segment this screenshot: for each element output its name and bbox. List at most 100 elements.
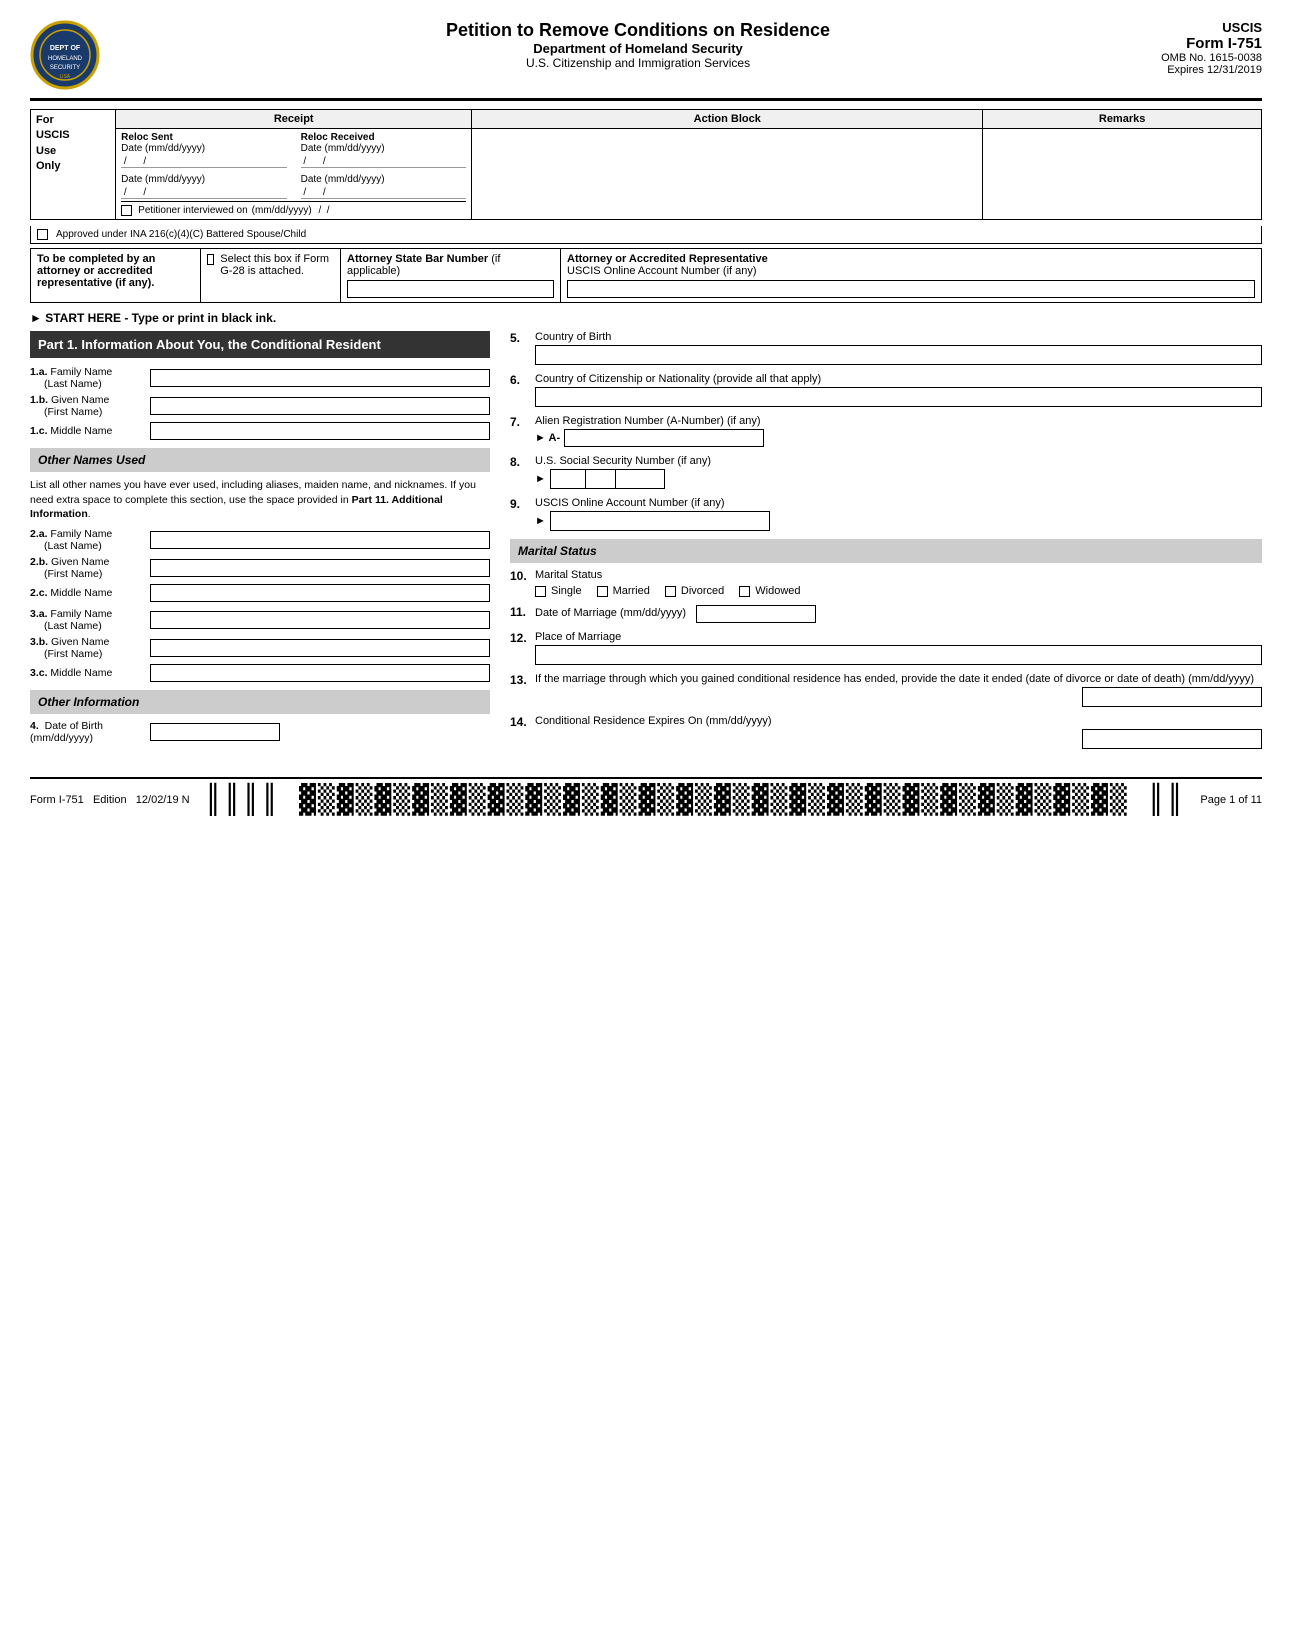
widowed-checkbox[interactable] — [739, 586, 750, 597]
petitioner-date-fmt: (mm/dd/yyyy) — [252, 205, 312, 216]
atty-bar-label: Attorney State Bar Number (if applicable… — [347, 253, 554, 277]
divorced-label: Divorced — [681, 585, 724, 597]
other-info-header: Other Information — [30, 690, 490, 714]
q5-input[interactable] — [535, 345, 1262, 365]
q12-content: Place of Marriage — [535, 631, 1262, 665]
remarks-cell — [983, 129, 1262, 220]
option-divorced[interactable]: Divorced — [665, 585, 724, 597]
petitioner-checkbox[interactable] — [121, 205, 132, 216]
label-3b: 3.b. Given Name(First Name) — [30, 636, 150, 660]
q6-input[interactable] — [535, 387, 1262, 407]
atty-rep-label-text: Attorney or Accredited Representative — [567, 253, 768, 265]
reloc-received-date-line1: / / — [301, 156, 467, 168]
approved-row: Approved under INA 216(c)(4)(C) Battered… — [30, 226, 1262, 244]
ssn-box-2[interactable] — [585, 469, 615, 489]
q7-label: Alien Registration Number (A-Number) (if… — [535, 415, 1262, 427]
input-given-name-3b[interactable] — [150, 639, 490, 657]
input-family-name-3a[interactable] — [150, 611, 490, 629]
input-dob[interactable] — [150, 723, 280, 741]
marital-status-header: Marital Status — [510, 539, 1262, 563]
svg-text:USA: USA — [60, 74, 71, 80]
atty-rep-input[interactable] — [567, 280, 1255, 298]
option-single[interactable]: Single — [535, 585, 582, 597]
reloc-sent-date-label2: Date (mm/dd/yyyy) — [121, 174, 287, 185]
label-1a: 1.a. Family Name(Last Name) — [30, 366, 150, 390]
form-number: Form I-751 — [1161, 35, 1262, 52]
ssn-box-3[interactable] — [615, 469, 665, 489]
uscis-online-row: ► — [535, 511, 1262, 531]
input-uscis-online[interactable] — [550, 511, 770, 531]
ssn-box-1[interactable] — [550, 469, 585, 489]
label-3a: 3.a. Family Name(Last Name) — [30, 608, 150, 632]
input-marriage-date[interactable] — [696, 605, 816, 623]
ssn-arrow-icon: ► — [535, 473, 546, 485]
q7-num: 7. — [510, 415, 535, 429]
field-row-2c: 2.c. Middle Name — [30, 584, 490, 602]
q12-num: 12. — [510, 631, 535, 645]
married-label: Married — [613, 585, 650, 597]
input-family-name-1a[interactable] — [150, 369, 490, 387]
q14-row: 14. Conditional Residence Expires On (mm… — [510, 715, 1262, 749]
q8-label: U.S. Social Security Number (if any) — [535, 455, 1262, 467]
label-2c: 2.c. Middle Name — [30, 587, 150, 599]
q10-content: Marital Status Single Married Divorced — [535, 569, 1262, 597]
field-row-2b: 2.b. Given Name(First Name) — [30, 556, 490, 580]
select-box-cell: Select this box if Form G-28 is attached… — [201, 249, 341, 303]
input-middle-name-1c[interactable] — [150, 422, 490, 440]
page-header: DEPT OF HOMELAND SECURITY USA Petition t… — [30, 20, 1262, 101]
receipt-content-cell: Reloc Sent Date (mm/dd/yyyy) / / Date (m… — [116, 129, 472, 220]
input-middle-name-2c[interactable] — [150, 584, 490, 602]
option-widowed[interactable]: Widowed — [739, 585, 800, 597]
q13-input[interactable] — [1082, 687, 1262, 707]
part1-header: Part 1. Information About You, the Condi… — [30, 331, 490, 358]
header-right-block: USCIS Form I-751 OMB No. 1615-0038 Expir… — [1161, 20, 1262, 76]
a-arrow-icon: ► A- — [535, 432, 560, 444]
single-label: Single — [551, 585, 582, 597]
svg-text:HOMELAND: HOMELAND — [48, 56, 83, 62]
action-block-cell — [472, 129, 983, 220]
input-a-number[interactable] — [564, 429, 764, 447]
field-row-1a: 1.a. Family Name(Last Name) — [30, 366, 490, 390]
select-box-label: Select this box if Form G-28 is attached… — [220, 253, 334, 277]
field-row-1c: 1.c. Middle Name — [30, 422, 490, 440]
single-checkbox[interactable] — [535, 586, 546, 597]
option-married[interactable]: Married — [597, 585, 650, 597]
footer-form-label: Form I-751 — [30, 794, 84, 806]
divorced-checkbox[interactable] — [665, 586, 676, 597]
left-column: Part 1. Information About You, the Condi… — [30, 331, 490, 757]
right-column: 5. Country of Birth 6. Country of Citize… — [510, 331, 1262, 757]
g28-checkbox[interactable] — [207, 254, 214, 265]
q5-num: 5. — [510, 331, 535, 345]
q11-num: 11. — [510, 605, 535, 619]
q13-row: 13. If the marriage through which you ga… — [510, 673, 1262, 707]
svg-text:DEPT OF: DEPT OF — [50, 45, 81, 52]
label-1c: 1.c. Middle Name — [30, 425, 150, 437]
q6-row: 6. Country of Citizenship or Nationality… — [510, 373, 1262, 407]
reloc-sent-date-line2: / / — [121, 187, 287, 199]
receipt-header: Receipt — [116, 110, 472, 129]
q9-arrow-icon: ► — [535, 515, 546, 527]
input-family-name-2a[interactable] — [150, 531, 490, 549]
input-middle-name-3c[interactable] — [150, 664, 490, 682]
petitioner-row: Petitioner interviewed on (mm/dd/yyyy) /… — [121, 201, 466, 216]
label-1b: 1.b. Given Name(First Name) — [30, 394, 150, 418]
q6-label: Country of Citizenship or Nationality (p… — [535, 373, 1262, 385]
q14-input[interactable] — [1082, 729, 1262, 749]
start-here-line: ► START HERE - Type or print in black in… — [30, 311, 1262, 325]
q12-row: 12. Place of Marriage — [510, 631, 1262, 665]
footer-left: Form I-751 Edition 12/02/19 N — [30, 794, 190, 806]
top-info-table: ForUSCISUseOnly Receipt Action Block Rem… — [30, 109, 1262, 220]
q12-input[interactable] — [535, 645, 1262, 665]
to-be-completed-label: To be completed by an attorney or accred… — [37, 253, 155, 289]
other-names-description: List all other names you have ever used,… — [30, 478, 490, 522]
input-given-name-2b[interactable] — [150, 559, 490, 577]
arrow-icon: ► — [30, 311, 42, 325]
married-checkbox[interactable] — [597, 586, 608, 597]
action-block-header: Action Block — [472, 110, 983, 129]
q10-label: Marital Status — [535, 569, 1262, 581]
q5-row: 5. Country of Birth — [510, 331, 1262, 365]
atty-bar-input[interactable] — [347, 280, 554, 298]
q10-row: 10. Marital Status Single Married Divorc… — [510, 569, 1262, 597]
approved-checkbox[interactable] — [37, 229, 48, 240]
input-given-name-1b[interactable] — [150, 397, 490, 415]
